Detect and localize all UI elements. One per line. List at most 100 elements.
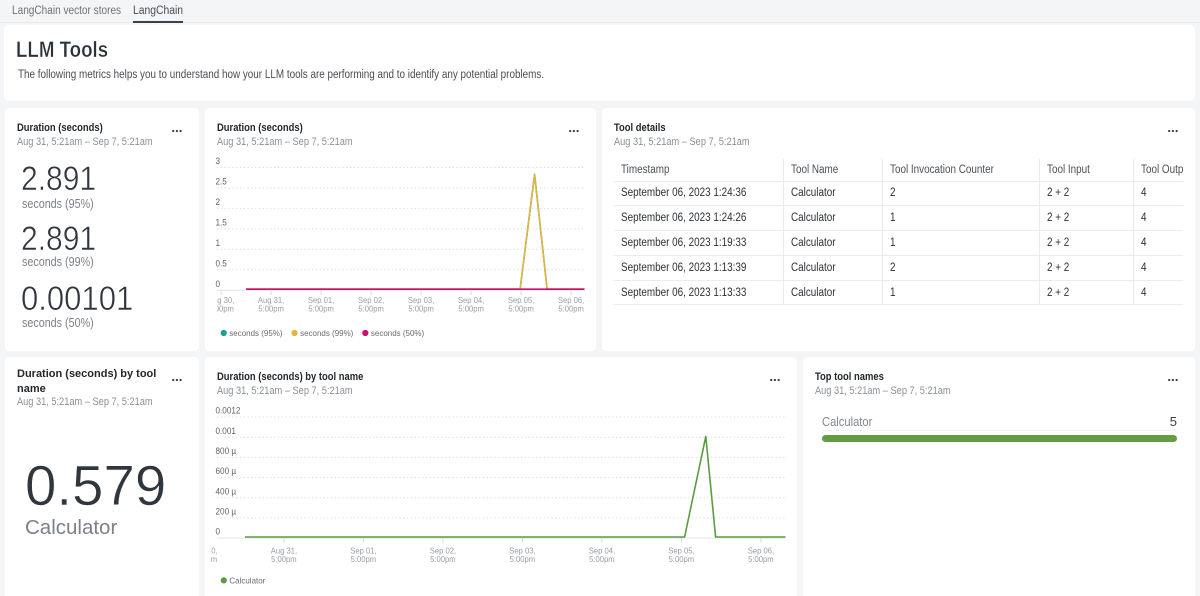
table-cell: September 06, 2023 1:24:36	[614, 181, 783, 206]
panel-title: Duration (seconds)	[17, 122, 165, 136]
table-cell: September 06, 2023 1:13:33	[614, 280, 783, 305]
ellipsis-menu-icon[interactable]	[1168, 378, 1178, 382]
x-axis-label: 5:00pm	[350, 554, 376, 563]
table-row[interactable]: September 06, 2023 1:24:26Calculator12 +…	[614, 206, 1183, 231]
page-title: LLM Tools	[16, 39, 124, 60]
table-cell: 4	[1133, 181, 1183, 206]
cell-text: Calculator	[791, 237, 836, 249]
y-axis-label: 1.5	[215, 217, 226, 228]
stat-value: 0.00101	[21, 282, 146, 317]
column-header-text: Tool Name	[791, 164, 838, 176]
y-axis-label: 0.0012	[215, 405, 240, 416]
table-cell: September 06, 2023 1:13:39	[614, 255, 783, 280]
time-range-text: Aug 31, 5:21am – Sep 7, 5:21am	[17, 396, 153, 409]
bar-fill	[822, 435, 1177, 443]
panel-time-range: Aug 31, 5:21am – Sep 7, 5:21am	[17, 396, 165, 409]
table-cell: Calculator	[783, 206, 882, 231]
ellipsis-menu-icon[interactable]	[1168, 129, 1178, 133]
time-range-text: Aug 31, 5:21am – Sep 7, 5:21am	[815, 385, 951, 398]
legend-dot	[362, 330, 368, 336]
label-text: seconds (99%)	[22, 256, 94, 269]
series-line	[246, 174, 584, 289]
legend-label[interactable]: seconds (95%)	[229, 329, 282, 338]
stat-label: seconds (95%)	[22, 198, 105, 211]
y-axis-label: 2	[215, 196, 220, 207]
legend-label[interactable]: seconds (50%)	[370, 329, 423, 338]
panel-time-range: Aug 31, 5:21am – Sep 7, 5:21am	[815, 385, 1162, 398]
value-text: 2.891	[21, 222, 96, 257]
y-axis-label: 800 µ	[215, 445, 236, 456]
cell-text: 2 + 2	[1047, 187, 1069, 199]
panel-duration-chart: Duration (seconds) Aug 31, 5:21am – Sep …	[205, 108, 597, 351]
x-axis-label: 5:00pm	[668, 554, 694, 563]
cell-text: September 06, 2023 1:13:39	[621, 262, 746, 274]
table-row[interactable]: September 06, 2023 1:13:39Calculator22 +…	[614, 255, 1183, 280]
x-axis-label: 5:00pm	[358, 304, 384, 313]
stat-label: seconds (99%)	[22, 256, 105, 269]
cell-text: 4	[1141, 212, 1147, 224]
legend-label[interactable]: Calculator	[229, 576, 265, 585]
table-cell: Calculator	[783, 255, 882, 280]
cell-text: Calculator	[791, 187, 836, 199]
tab-bar: LangChain vector stores LangChain	[0, 0, 1200, 23]
panel-header: Duration (seconds) by tool name Aug 31, …	[17, 367, 165, 409]
bar-label-text: Calculator	[822, 415, 872, 428]
cell-text: September 06, 2023 1:19:33	[621, 237, 746, 249]
cell-text: 4	[1141, 237, 1147, 249]
column-header[interactable]: Tool Output	[1133, 159, 1183, 182]
cell-text: 4	[1141, 187, 1147, 199]
panel-header: Duration (seconds) Aug 31, 5:21am – Sep …	[17, 122, 165, 149]
ellipsis-menu-icon[interactable]	[172, 129, 182, 133]
time-range-text: Aug 31, 5:21am – Sep 7, 5:21am	[614, 136, 750, 149]
legend-label[interactable]: seconds (99%)	[300, 329, 353, 338]
cell-text: 1	[890, 237, 896, 249]
table-cell: 1	[882, 231, 1039, 256]
panel-time-range: Aug 31, 5:21am – Sep 7, 5:21am	[614, 136, 1161, 149]
y-axis-label: 3	[215, 156, 220, 167]
table-row[interactable]: September 06, 2023 1:13:33 Calculator 12 +…	[614, 280, 1183, 305]
cell-text: Calculator	[791, 262, 836, 274]
stat-value: 0.579	[25, 458, 168, 515]
table-cell: 2 + 2	[1039, 181, 1133, 206]
title-text: Tool details	[614, 122, 666, 136]
table-cell: 2 + 2	[1039, 280, 1133, 305]
title-text: LLM Tools	[16, 39, 108, 60]
table-cell: 4	[1133, 255, 1183, 280]
column-header[interactable]: Tool Name	[783, 159, 882, 182]
table-cell: 2	[882, 181, 1039, 206]
table-cell: 2	[882, 255, 1039, 280]
cell-text: 2	[890, 187, 896, 199]
table-row[interactable]: September 06, 2023 1:24:36 Calculator 2 2 +…	[614, 181, 1183, 206]
value-text: 0.579	[25, 458, 166, 515]
column-header[interactable]: Timestamp	[614, 159, 783, 182]
legend-dot	[220, 330, 226, 336]
table-row[interactable]: September 06, 2023 1:19:33Calculator12 +…	[614, 231, 1183, 256]
panel-title: Tool details	[614, 122, 1161, 136]
title-text: Duration (seconds)	[17, 122, 103, 136]
table-cell: September 06, 2023 1:19:33	[614, 231, 783, 256]
panel-header: Tool details Aug 31, 5:21am – Sep 7, 5:2…	[614, 122, 1161, 149]
cell-text: Calculator	[791, 287, 836, 299]
ellipsis-menu-icon[interactable]	[172, 378, 182, 382]
column-header[interactable]: Tool Input	[1039, 159, 1133, 182]
bar-row-separator	[822, 430, 1178, 431]
x-axis-label: 5:00pm	[308, 304, 334, 313]
panel-tool-details: Tool details Aug 31, 5:21am – Sep 7, 5:2…	[602, 108, 1195, 351]
stat-label: Calculator	[25, 518, 117, 539]
label-text: seconds (50%)	[22, 317, 94, 330]
title-text: Top tool names	[815, 371, 884, 385]
description-text: The following metrics helps you to under…	[18, 69, 544, 81]
table-cell: 1	[882, 280, 1039, 305]
x-axis-label: 5:00pm	[208, 304, 234, 313]
duration-line-chart[interactable]: 00.511.522.53Aug 30,5:00pmAug 31,5:00pmS…	[205, 108, 597, 351]
tab-label: LangChain vector stores	[12, 0, 121, 23]
y-axis-label: 200 µ	[215, 506, 236, 517]
tab-langchain-vector-stores[interactable]: LangChain vector stores	[12, 0, 137, 24]
duration-by-tool-line-chart[interactable]: 0200 µ400 µ600 µ800 µ0.0010.0012Aug 30,5…	[205, 357, 797, 596]
cell-text: 4	[1141, 287, 1147, 299]
cell-text: 2	[890, 262, 896, 274]
y-axis-label: 0	[215, 526, 220, 537]
column-header[interactable]: Tool Invocation Counter	[882, 159, 1039, 182]
panel-duration-stats: Duration (seconds) Aug 31, 5:21am – Sep …	[5, 108, 199, 351]
x-axis-label: 5:00pm	[258, 304, 284, 313]
